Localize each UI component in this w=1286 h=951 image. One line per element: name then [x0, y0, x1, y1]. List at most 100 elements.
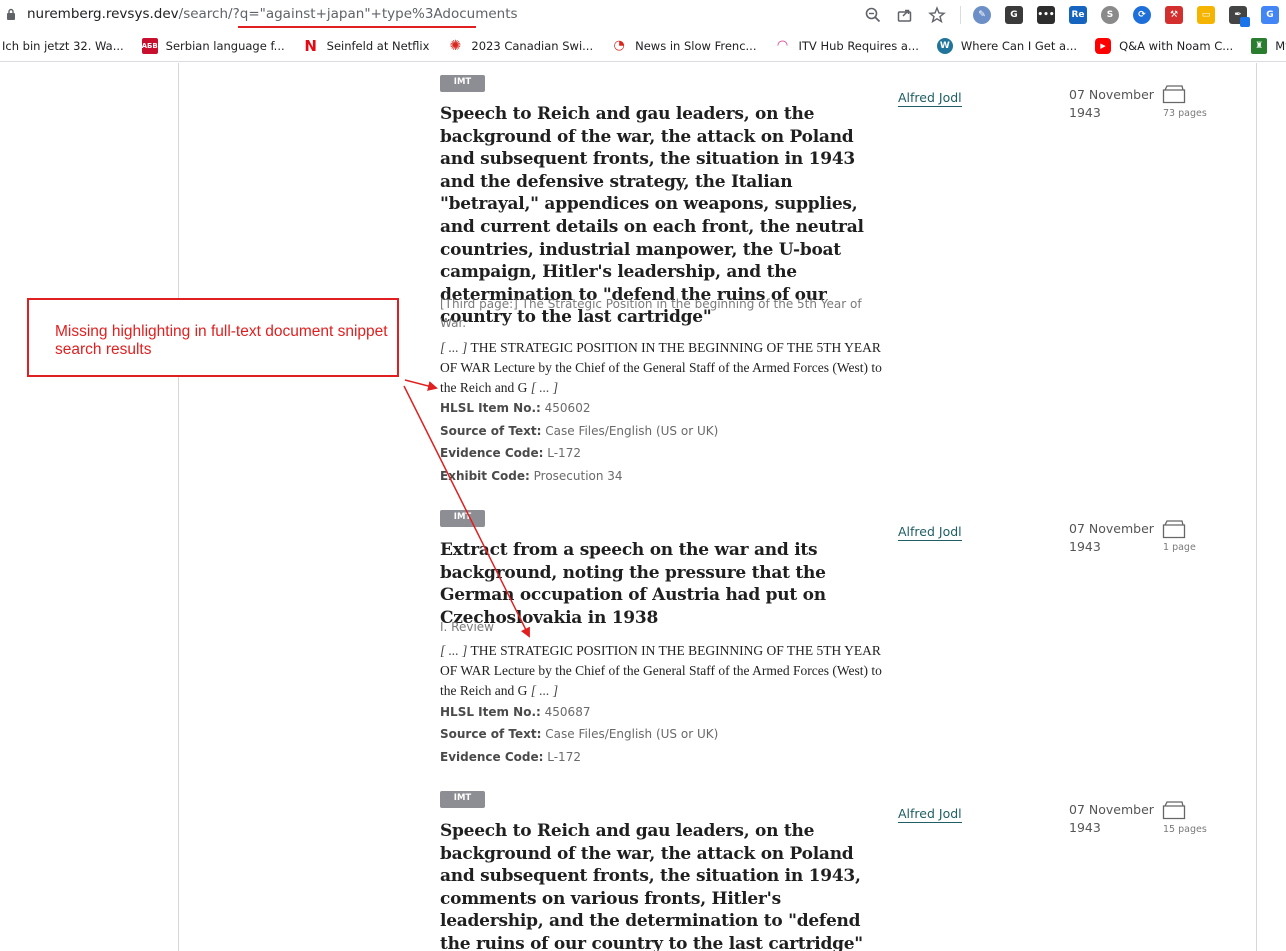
meta-key: HLSL Item No.: [440, 705, 541, 719]
bookmark-label: MyIntroduction [1275, 38, 1286, 53]
right-column-rule [1256, 63, 1257, 951]
cbc-icon: ✺ [449, 37, 462, 54]
meta-value: Prosecution 34 [533, 469, 623, 483]
lock-icon [7, 8, 15, 20]
result-date: 07 November 1943 [1069, 521, 1154, 554]
page-count: 1 page [1163, 542, 1196, 553]
extension-feather-icon[interactable]: ✎ [973, 6, 991, 24]
extension-pick-icon[interactable]: ⚒ [1165, 6, 1183, 24]
meta-evidence-code: Evidence Code: L-172 [440, 446, 880, 460]
meta-key: HLSL Item No.: [440, 401, 541, 415]
meta-key: Source of Text: [440, 727, 542, 741]
result-date: 07 November 1943 [1069, 802, 1154, 835]
result-date: 07 November 1943 [1069, 87, 1154, 120]
meta-key: Evidence Code: [440, 446, 544, 460]
extension-dots-icon[interactable]: ••• [1037, 6, 1055, 24]
author-link[interactable]: Alfred Jodl [898, 806, 962, 823]
annotation-text: Missing highlighting in full-text docume… [55, 323, 388, 358]
extension-skype-icon[interactable]: S [1101, 6, 1119, 24]
extension-folder-icon[interactable]: ▭ [1197, 6, 1215, 24]
browser-toolbar: ✎ G ••• Re S ⟳ ⚒ ▭ ✒ G [864, 4, 1286, 27]
toolbar-divider [960, 6, 961, 24]
bookmark-item[interactable]: N Seinfeld at Netflix [303, 36, 430, 55]
author-link[interactable]: Alfred Jodl [898, 90, 962, 107]
snippet-text: THE STRATEGIC POSITION IN THE BEGINNING … [440, 340, 882, 395]
zoom-icon[interactable] [864, 6, 882, 24]
meta-key: Evidence Code: [440, 750, 544, 764]
bookmark-item[interactable]: ▶ Q&A with Noam C... [1095, 37, 1234, 54]
bookmark-item[interactable]: ♜ MyIntroduction [1251, 37, 1286, 54]
imt-badge: IMT [440, 75, 485, 92]
meta-key: Source of Text: [440, 424, 542, 438]
netflix-icon: N [304, 36, 317, 55]
meta-exhibit-code: Exhibit Code: Prosecution 34 [440, 469, 880, 483]
bookmark-label: Q&A with Noam C... [1119, 38, 1234, 53]
author-link[interactable]: Alfred Jodl [898, 524, 962, 541]
search-result: IMT Speech to Reich and gau leaders, on … [440, 787, 1220, 951]
folder-icon [1162, 85, 1186, 104]
left-column-rule [178, 63, 179, 951]
annotation-box: Missing highlighting in full-text docume… [27, 298, 399, 377]
search-result: IMT Extract from a speech on the war and… [440, 506, 1220, 764]
bookmark-label: 2023 Canadian Swi... [471, 38, 594, 53]
youtube-icon: ▶ [1095, 37, 1112, 54]
meta-evidence-code: Evidence Code: L-172 [440, 750, 880, 764]
bookmark-item[interactable]: ◠ ITV Hub Requires a... [775, 38, 919, 54]
bookmark-item[interactable]: ✺ 2023 Canadian Swi... [447, 37, 594, 54]
wifi-icon: ◠ [777, 38, 788, 53]
result-snippet: [ ... ] THE STRATEGIC POSITION IN THE BE… [440, 641, 885, 701]
meta-value: 450602 [544, 401, 591, 415]
podcast-icon: ◔ [613, 38, 625, 53]
address-bar[interactable]: nuremberg.revsys.dev/search/?q="against+… [0, 0, 1286, 30]
extension-eyedropper-icon[interactable]: ✒ [1229, 6, 1250, 27]
snippet-text: THE STRATEGIC POSITION IN THE BEGINNING … [440, 643, 882, 698]
bookmark-item[interactable]: АБВ Serbian language f... [142, 37, 285, 54]
snippet-ellipsis: [ ... ] [530, 380, 559, 395]
annotation-underline [238, 26, 476, 28]
imt-badge: IMT [440, 791, 485, 808]
result-title[interactable]: Speech to Reich and gau leaders, on the … [440, 820, 885, 951]
url-text[interactable]: nuremberg.revsys.dev/search/?q="against+… [27, 6, 518, 22]
folder-icon [1162, 520, 1186, 539]
result-title[interactable]: Extract from a speech on the war and its… [440, 539, 885, 629]
bookmark-label: ITV Hub Requires a... [798, 38, 919, 53]
meta-item-no: HLSL Item No.: 450687 [440, 705, 880, 719]
url-host: nuremberg.revsys.dev [27, 6, 179, 22]
page-count: 15 pages [1163, 824, 1207, 835]
bookmark-label: Serbian language f... [165, 38, 285, 53]
bookmark-item[interactable]: W Where Can I Get a... [936, 37, 1078, 54]
extension-translate-icon[interactable]: G [1261, 6, 1279, 24]
meta-item-no: HLSL Item No.: 450602 [440, 401, 880, 415]
url-path: /search/?q="against+japan"+type%3Adocume… [178, 6, 518, 22]
extension-refresh-icon[interactable]: ⟳ [1133, 6, 1151, 24]
meta-source: Source of Text: Case Files/English (US o… [440, 424, 880, 438]
extension-re-icon[interactable]: Re [1069, 6, 1087, 24]
snippet-ellipsis: [ ... ] [530, 683, 559, 698]
star-icon[interactable] [928, 6, 946, 24]
meta-value: L-172 [547, 446, 581, 460]
result-snippet: [ ... ] THE STRATEGIC POSITION IN THE BE… [440, 338, 885, 398]
page-count: 73 pages [1163, 108, 1207, 119]
bookmark-item[interactable]: ◔ News in Slow Frenc... [611, 38, 756, 54]
snippet-ellipsis: [ ... ] [440, 340, 468, 355]
folder-icon [1162, 801, 1186, 820]
meta-value: Case Files/English (US or UK) [545, 424, 719, 438]
bookmark-label: News in Slow Frenc... [635, 38, 757, 53]
imt-badge: IMT [440, 510, 485, 527]
bookmark-label: Ich bin jetzt 32. Wa... [2, 38, 124, 53]
crest-icon: ♜ [1251, 37, 1268, 54]
bookmarks-bar: Ich bin jetzt 32. Wa... АБВ Serbian langu… [0, 30, 1286, 62]
bookmark-item[interactable]: Ich bin jetzt 32. Wa... [2, 39, 124, 53]
meta-key: Exhibit Code: [440, 469, 530, 483]
meta-value: 450687 [544, 705, 591, 719]
meta-source: Source of Text: Case Files/English (US o… [440, 727, 880, 741]
bookmark-label: Seinfeld at Netflix [326, 38, 430, 53]
snippet-ellipsis: [ ... ] [440, 643, 468, 658]
result-subtitle: I. Review [440, 620, 494, 634]
meta-value: Case Files/English (US or UK) [545, 727, 719, 741]
bookmark-label: Where Can I Get a... [960, 38, 1078, 53]
search-result: IMT Speech to Reich and gau leaders, on … [440, 71, 1220, 483]
extension-gorilla-icon[interactable]: G [1005, 6, 1023, 24]
share-icon[interactable] [896, 6, 914, 24]
result-subtitle: [Third page:] The Strategic Position in … [440, 297, 862, 330]
